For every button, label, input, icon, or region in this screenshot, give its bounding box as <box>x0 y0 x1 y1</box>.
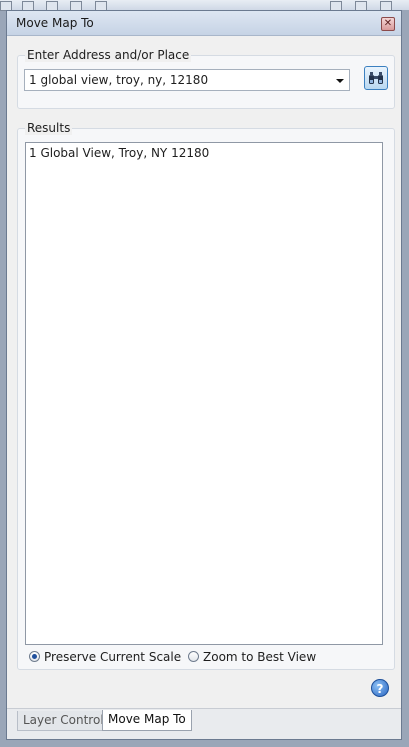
results-group: Results 1 Global View, Troy, NY 12180 Pr… <box>17 121 395 670</box>
search-button[interactable] <box>364 66 388 90</box>
tab-move-map-to[interactable]: Move Map To <box>102 710 192 731</box>
address-group-label: Enter Address and/or Place <box>25 48 192 62</box>
address-input[interactable]: 1 global view, troy, ny, 12180 <box>29 73 208 87</box>
help-icon[interactable]: ? <box>371 679 389 697</box>
radio-checked-icon[interactable] <box>29 651 40 662</box>
result-item[interactable]: 1 Global View, Troy, NY 12180 <box>29 146 209 160</box>
close-icon[interactable]: ✕ <box>381 17 395 31</box>
tab-strip: Layer Control Move Map To <box>7 708 401 739</box>
tab-layer-control[interactable]: Layer Control <box>17 711 110 731</box>
title-bar[interactable]: Move Map To ✕ <box>7 11 401 36</box>
window-title: Move Map To <box>16 16 94 30</box>
binoculars-icon <box>369 72 383 84</box>
radio-label: Zoom to Best View <box>203 650 317 664</box>
radio-unchecked-icon[interactable] <box>188 651 199 662</box>
results-group-label: Results <box>25 121 73 135</box>
move-map-to-window: Move Map To ✕ Enter Address and/or Place… <box>6 10 402 740</box>
chevron-down-icon[interactable] <box>336 79 344 83</box>
address-combobox[interactable]: 1 global view, troy, ny, 12180 <box>24 69 350 91</box>
address-group: Enter Address and/or Place 1 global view… <box>17 48 395 109</box>
radio-label: Preserve Current Scale <box>44 650 182 664</box>
results-list[interactable]: 1 Global View, Troy, NY 12180 <box>25 142 383 645</box>
